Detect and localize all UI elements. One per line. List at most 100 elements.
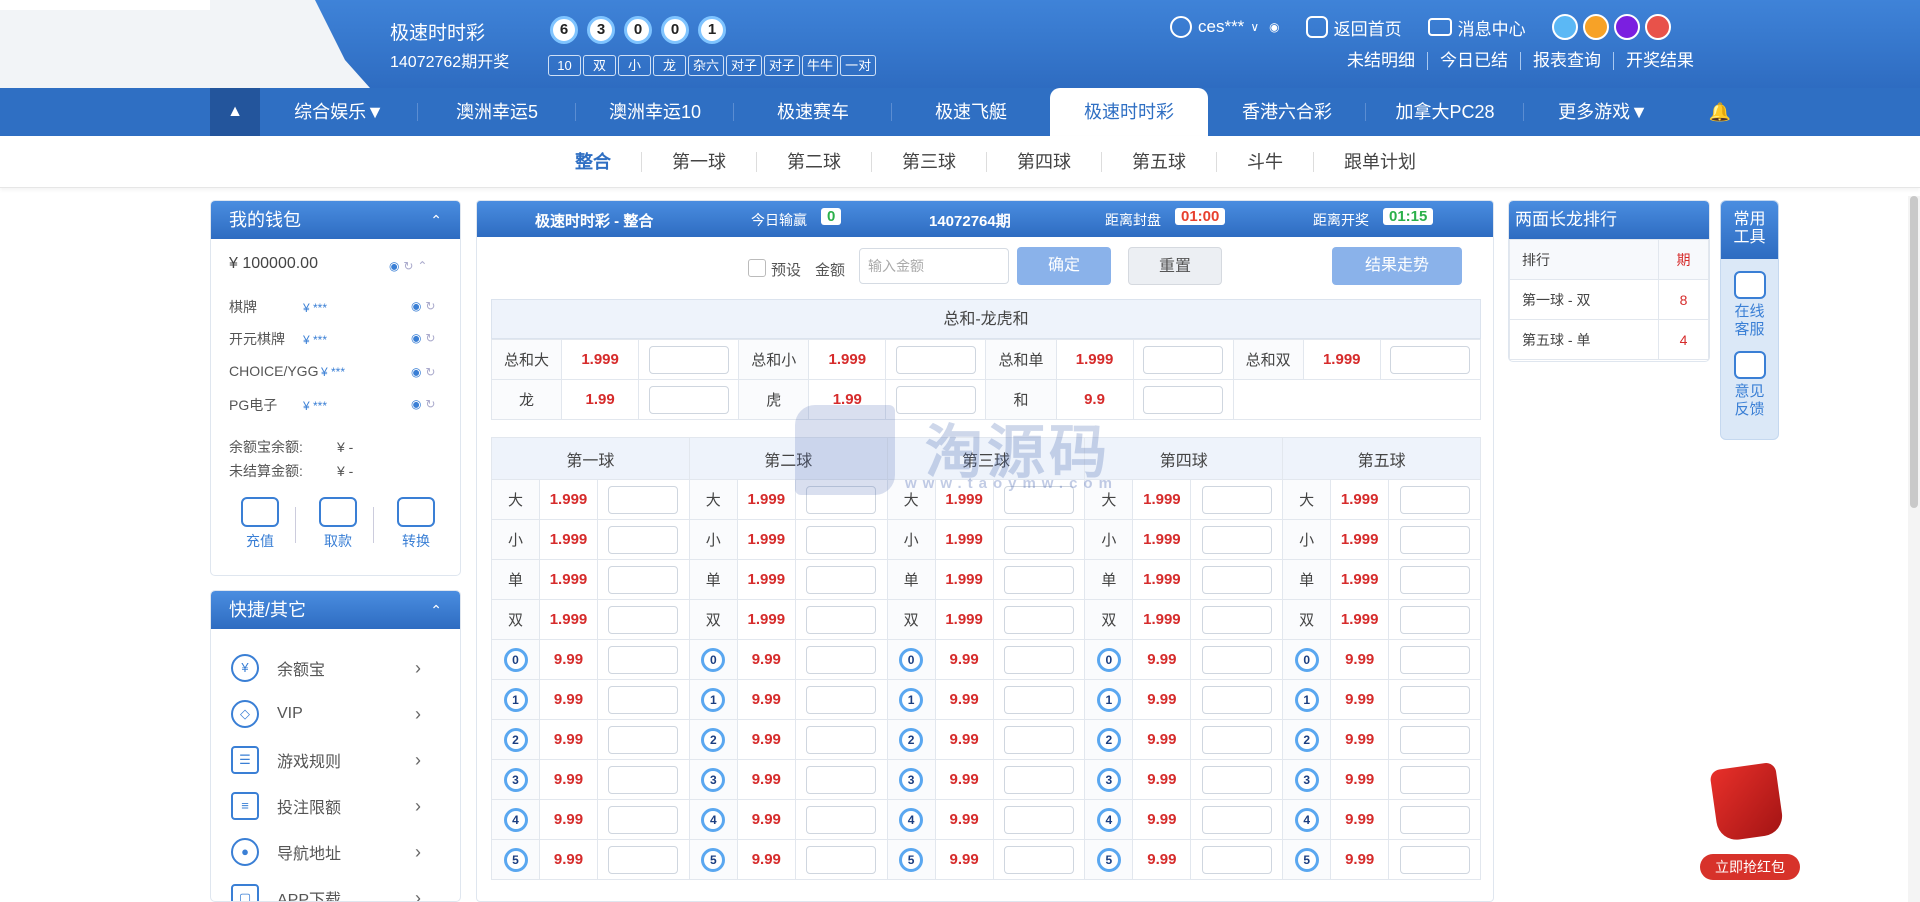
user-menu[interactable]: ces*** ∨ ◉	[1170, 16, 1280, 38]
theme-purple[interactable]	[1613, 14, 1640, 40]
bet-amount-input[interactable]	[1399, 765, 1470, 794]
bet-amount-input[interactable]	[1201, 805, 1272, 834]
bet-amount-input[interactable]	[1003, 645, 1074, 674]
quick-header[interactable]: 快捷/其它 ⌃	[211, 591, 460, 629]
quick-item-app[interactable]: ▢ APP下载 ›	[231, 883, 421, 901]
bet-amount-input[interactable]	[1003, 685, 1074, 714]
refresh-icon[interactable]: ↻	[425, 397, 435, 411]
nav-item-pc28[interactable]: 加拿大PC28	[1366, 88, 1524, 136]
bet-amount-input[interactable]	[806, 645, 877, 674]
reset-button[interactable]: 重置	[1128, 247, 1222, 285]
quick-item-rules[interactable]: ☰ 游戏规则 ›	[231, 745, 421, 775]
subnav-ball2[interactable]: 第二球	[757, 152, 872, 172]
nav-item-more[interactable]: 更多游戏▼	[1524, 88, 1682, 136]
nav-item-hk6[interactable]: 香港六合彩	[1208, 88, 1366, 136]
bet-amount-input[interactable]	[608, 645, 679, 674]
link-unsettled[interactable]: 未结明细	[1335, 52, 1428, 70]
theme-orange[interactable]	[1582, 14, 1609, 40]
bet-amount-input[interactable]	[1003, 805, 1074, 834]
bet-amount-input[interactable]	[1201, 685, 1272, 714]
bet-amount-input[interactable]	[608, 525, 679, 554]
subnav-ball1[interactable]: 第一球	[642, 152, 757, 172]
nav-item-combo[interactable]: 综合娱乐▼	[260, 88, 418, 136]
quick-item-limits[interactable]: ≡ 投注限额 ›	[231, 791, 421, 821]
bet-amount-input[interactable]	[648, 345, 729, 374]
bet-amount-input[interactable]	[1399, 685, 1470, 714]
confirm-button[interactable]: 确定	[1017, 247, 1111, 285]
bet-amount-input[interactable]	[1399, 725, 1470, 754]
bet-amount-input[interactable]	[1201, 725, 1272, 754]
subnav-ball4[interactable]: 第四球	[987, 152, 1102, 172]
bet-amount-input[interactable]	[1143, 345, 1224, 374]
subnav-follow-plan[interactable]: 跟单计划	[1314, 152, 1446, 172]
bet-amount-input[interactable]	[1003, 525, 1074, 554]
trend-button[interactable]: 结果走势	[1332, 247, 1462, 285]
bet-amount-input[interactable]	[1399, 525, 1470, 554]
quick-item-yuebao[interactable]: ¥ 余额宝 ›	[231, 653, 421, 683]
home-link[interactable]: 返回首页	[1305, 15, 1402, 40]
nav-item-racing[interactable]: 极速赛车	[734, 88, 892, 136]
bet-amount-input[interactable]	[806, 845, 877, 874]
eye-icon[interactable]: ◉	[411, 365, 421, 379]
bet-amount-input[interactable]	[1399, 605, 1470, 634]
nav-item-boat[interactable]: 极速飞艇	[892, 88, 1050, 136]
chevron-up-icon[interactable]: ⌃	[417, 259, 427, 273]
bet-amount-input[interactable]	[1201, 605, 1272, 634]
bet-amount-input[interactable]	[1003, 565, 1074, 594]
quick-item-vip[interactable]: ◇ VIP ›	[231, 699, 421, 729]
subnav-ball5[interactable]: 第五球	[1102, 152, 1217, 172]
eye-icon[interactable]: ◉	[411, 331, 421, 345]
subnav-douniu[interactable]: 斗牛	[1217, 152, 1314, 172]
bet-amount-input[interactable]	[608, 685, 679, 714]
bet-amount-input[interactable]	[1003, 845, 1074, 874]
refresh-icon[interactable]: ↻	[403, 259, 413, 273]
collapse-icon[interactable]: ⌃	[430, 591, 442, 629]
bet-amount-input[interactable]	[1399, 805, 1470, 834]
bet-amount-input[interactable]	[1399, 645, 1470, 674]
refresh-icon[interactable]: ↻	[425, 299, 435, 313]
bet-amount-input[interactable]	[608, 565, 679, 594]
amount-input[interactable]: 输入金额	[859, 248, 1009, 284]
bell-icon[interactable]: 🔔	[1682, 88, 1758, 136]
transfer-button[interactable]: 转换	[391, 497, 441, 551]
bet-amount-input[interactable]	[806, 805, 877, 834]
preset-checkbox[interactable]	[748, 259, 766, 277]
feedback-button[interactable]: 意见反馈	[1721, 351, 1778, 419]
bet-amount-input[interactable]	[608, 805, 679, 834]
eye-icon[interactable]: ◉	[411, 299, 421, 313]
message-center-link[interactable]: 消息中心	[1427, 15, 1526, 40]
bet-amount-input[interactable]	[608, 845, 679, 874]
collapse-icon[interactable]: ⌃	[430, 201, 442, 239]
bet-amount-input[interactable]	[608, 605, 679, 634]
link-today-settled[interactable]: 今日已结	[1428, 52, 1521, 70]
link-results[interactable]: 开奖结果	[1614, 52, 1706, 70]
bet-amount-input[interactable]	[1201, 765, 1272, 794]
bet-amount-input[interactable]	[1390, 345, 1471, 374]
bet-amount-input[interactable]	[1399, 485, 1470, 514]
quick-item-nav[interactable]: ● 导航地址 ›	[231, 837, 421, 867]
refresh-icon[interactable]: ↻	[425, 331, 435, 345]
online-service-button[interactable]: 在线客服	[1721, 271, 1778, 339]
bet-amount-input[interactable]	[1399, 565, 1470, 594]
eye-icon[interactable]: ◉	[411, 397, 421, 411]
theme-red[interactable]	[1644, 14, 1671, 40]
bet-amount-input[interactable]	[1003, 725, 1074, 754]
bet-amount-input[interactable]	[1201, 485, 1272, 514]
bet-amount-input[interactable]	[1201, 645, 1272, 674]
bet-amount-input[interactable]	[1143, 385, 1224, 414]
withdraw-button[interactable]: 取款	[313, 497, 363, 551]
scrollbar-thumb[interactable]	[1910, 196, 1918, 508]
bet-amount-input[interactable]	[806, 605, 877, 634]
subnav-ball3[interactable]: 第三球	[872, 152, 987, 172]
bet-amount-input[interactable]	[806, 685, 877, 714]
bet-amount-input[interactable]	[1201, 845, 1272, 874]
nav-item-au10[interactable]: 澳洲幸运10	[576, 88, 734, 136]
bet-amount-input[interactable]	[1003, 765, 1074, 794]
bet-amount-input[interactable]	[1201, 525, 1272, 554]
bet-amount-input[interactable]	[895, 345, 976, 374]
nav-item-au5[interactable]: 澳洲幸运5	[418, 88, 576, 136]
red-packet-widget[interactable]: 立即抢红包	[1700, 761, 1800, 886]
subnav-integrated[interactable]: 整合	[545, 152, 642, 172]
eye-icon[interactable]: ◉	[1269, 20, 1279, 34]
bet-amount-input[interactable]	[608, 485, 679, 514]
